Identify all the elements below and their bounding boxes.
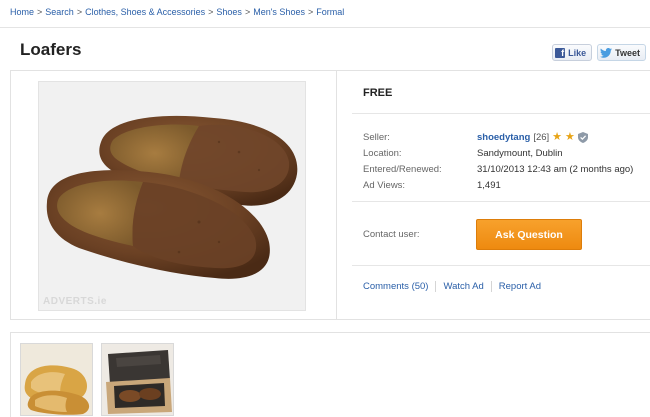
- location-value: Sandymount, Dublin: [477, 147, 563, 159]
- tweet-button[interactable]: Tweet: [597, 44, 646, 61]
- ask-question-button[interactable]: Ask Question: [476, 219, 582, 250]
- views-row: Ad Views: 1,491: [363, 177, 633, 193]
- adverts-watermark: ADVERTS.ie: [43, 296, 107, 307]
- star-icon: ★: [565, 131, 575, 143]
- breadcrumb-formal[interactable]: Formal: [316, 7, 344, 17]
- bread-loafers-photo: [46, 115, 298, 279]
- breadcrumb-clothes[interactable]: Clothes, Shoes & Accessories: [85, 7, 205, 17]
- report-ad-link[interactable]: Report Ad: [499, 281, 541, 292]
- breadcrumb-shoes[interactable]: Shoes: [216, 7, 242, 17]
- ad-details: Seller: shoedytang [26] ★ ★ Location: Sa…: [363, 129, 633, 193]
- page-title: Loafers: [20, 40, 82, 59]
- seller-label: Seller:: [363, 131, 390, 143]
- breadcrumb-separator: >: [76, 7, 83, 17]
- links-divider: [352, 265, 650, 266]
- top-divider: [0, 27, 650, 28]
- thumbnail-image[interactable]: [101, 343, 174, 416]
- location-row: Location: Sandymount, Dublin: [363, 145, 633, 161]
- breadcrumb-separator: >: [208, 7, 214, 17]
- breadcrumb-mens-shoes[interactable]: Men's Shoes: [253, 7, 305, 17]
- views-label: Ad Views:: [363, 179, 406, 191]
- seller-feedback-count: [26]: [533, 131, 550, 143]
- twitter-bird-icon: [600, 47, 613, 58]
- boxed-slippers-thumbnail: [102, 344, 173, 415]
- ad-links: Comments (50) Watch Ad Report Ad: [363, 281, 541, 292]
- breadcrumb-search[interactable]: Search: [45, 7, 74, 17]
- facebook-icon: f: [555, 47, 566, 58]
- star-icon: ★: [552, 131, 563, 143]
- link-separator: [490, 281, 492, 292]
- link-separator: [435, 281, 437, 292]
- like-label: Like: [568, 47, 587, 58]
- location-label: Location:: [363, 147, 402, 159]
- breadcrumb: Home > Search > Clothes, Shoes & Accessories…: [10, 7, 344, 17]
- entered-value: 31/10/2013 12:43 am (2 months ago): [477, 163, 634, 175]
- facebook-like-button[interactable]: f Like: [552, 44, 593, 61]
- entered-row: Entered/Renewed: 31/10/2013 12:43 am (2 …: [363, 161, 633, 177]
- bread-slipper-thumbnail: [21, 344, 92, 415]
- vertical-divider: [336, 70, 337, 320]
- breadcrumb-home[interactable]: Home: [10, 7, 34, 17]
- ad-price: FREE: [363, 87, 393, 99]
- tweet-label: Tweet: [615, 47, 640, 58]
- views-value: 1,491: [477, 179, 501, 191]
- entered-label: Entered/Renewed:: [363, 163, 442, 175]
- seller-row: Seller: shoedytang [26] ★ ★: [363, 129, 633, 145]
- contact-user-label: Contact user:: [363, 229, 420, 240]
- details-divider: [352, 113, 650, 114]
- breadcrumb-separator: >: [244, 7, 251, 17]
- thumbnail-image[interactable]: [20, 343, 93, 416]
- contact-divider: [352, 201, 650, 202]
- seller-name-link[interactable]: shoedytang: [477, 132, 530, 143]
- main-ad-image[interactable]: ADVERTS.ie: [38, 81, 306, 311]
- comments-link[interactable]: Comments (50): [363, 281, 428, 292]
- verified-shield-icon: [577, 131, 588, 143]
- social-buttons: f Like Tweet: [552, 44, 646, 61]
- breadcrumb-separator: >: [307, 7, 314, 17]
- watch-ad-link[interactable]: Watch Ad: [443, 281, 483, 292]
- breadcrumb-separator: >: [37, 7, 43, 17]
